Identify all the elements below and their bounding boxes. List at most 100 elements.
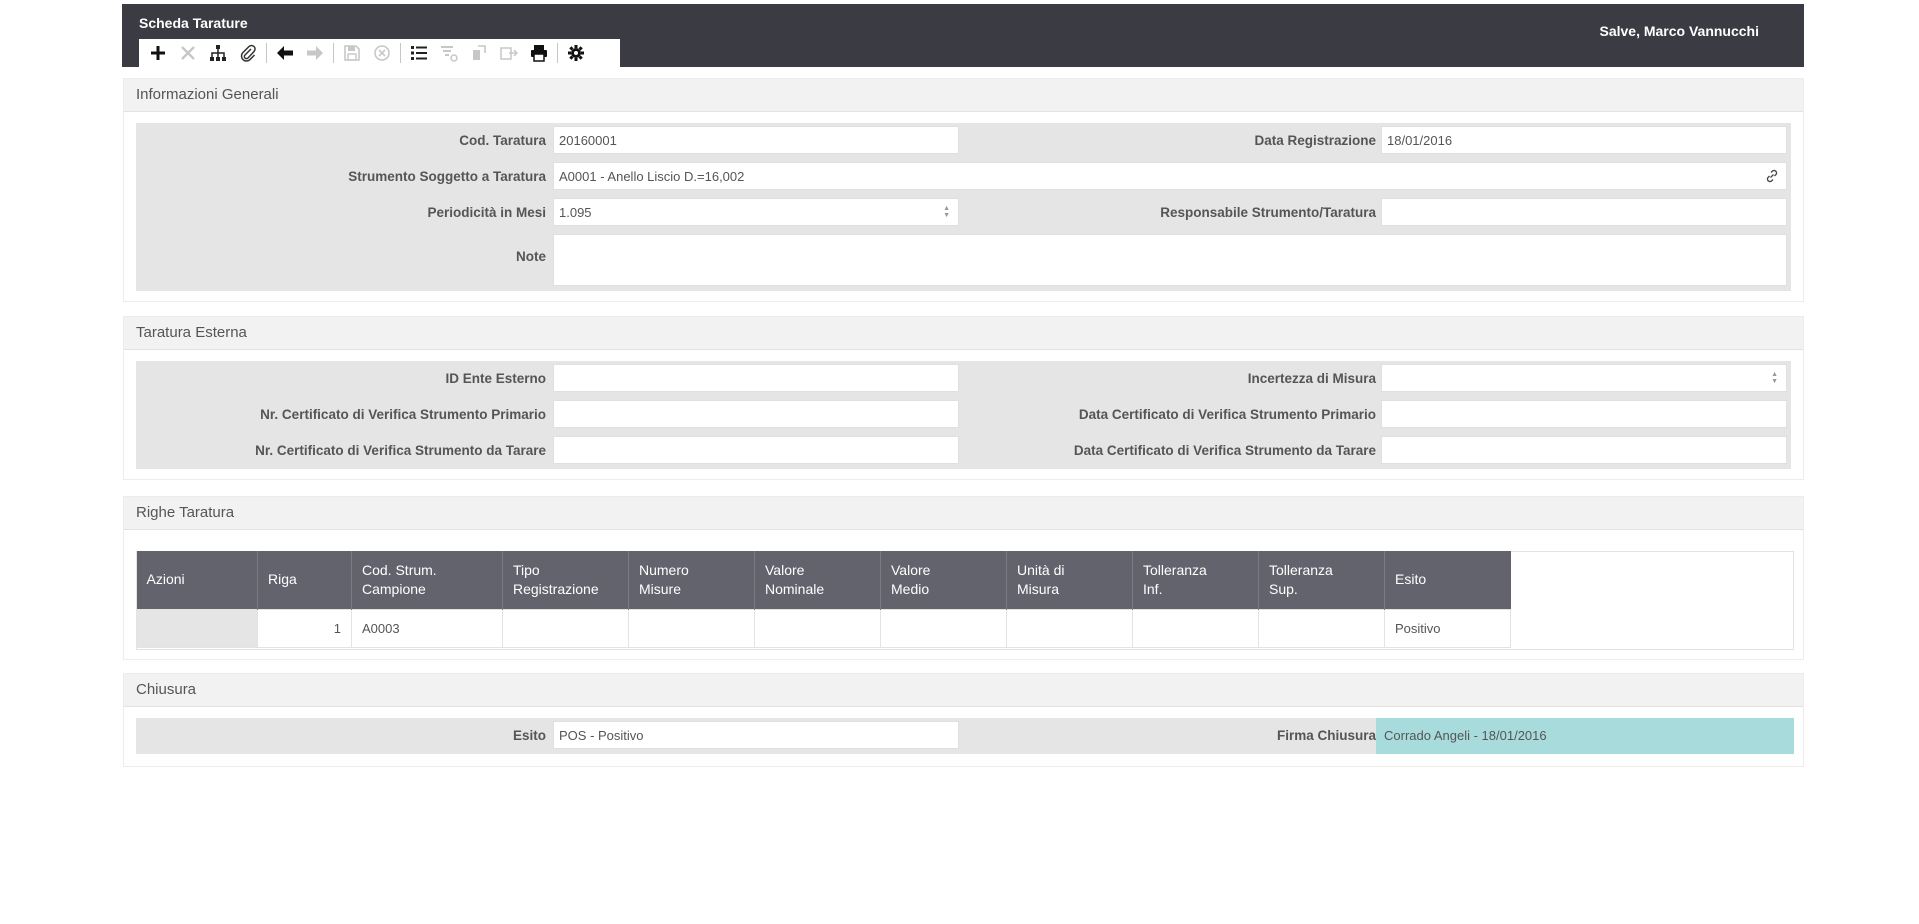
- list-icon: [411, 46, 427, 60]
- table-cell: Positivo: [1384, 608, 1511, 648]
- export-icon: [473, 45, 486, 60]
- table-row[interactable]: 1 A0003 Positivo: [136, 608, 1511, 648]
- table-cell: A0003: [351, 608, 503, 648]
- gear-icon: [568, 45, 584, 61]
- print-icon: [531, 45, 547, 62]
- table-cell: [502, 608, 629, 648]
- strumento-label: Strumento Soggetto a Taratura: [348, 169, 546, 184]
- link-icon[interactable]: [1764, 168, 1780, 184]
- paperclip-icon: [240, 44, 256, 62]
- calibration-rows-table: Azioni Riga Cod. Strum. Campione Tipo Regi…: [136, 551, 1511, 648]
- cod-taratura-label: Cod. Taratura: [459, 133, 546, 148]
- incertezza-field[interactable]: ▲ ▼: [1381, 364, 1787, 392]
- page-title: Scheda Tarature: [139, 15, 248, 31]
- row-number-cell: 1: [257, 608, 352, 648]
- id-ente-field[interactable]: [553, 364, 959, 392]
- id-ente-label: ID Ente Esterno: [445, 371, 546, 386]
- column-header[interactable]: Unità di Misura: [1006, 551, 1133, 609]
- nr-cert-tarare-label: Nr. Certificato di Verifica Strumento da…: [255, 443, 546, 458]
- column-header[interactable]: Esito: [1384, 551, 1511, 609]
- cod-taratura-field[interactable]: 20160001: [553, 126, 959, 154]
- cancel-circle-icon: [374, 45, 390, 61]
- closing-section: Chiusura Esito POS - Positivo Firma Chiu…: [123, 673, 1804, 767]
- column-header[interactable]: Tolleranza Inf.: [1132, 551, 1259, 609]
- previous-button[interactable]: [270, 39, 300, 67]
- app-header: Scheda Tarature Salve, Marco Vannucchi: [122, 4, 1804, 67]
- spinner-arrows-icon[interactable]: ▲ ▼: [943, 205, 950, 219]
- table-cell: [1006, 608, 1133, 648]
- column-header[interactable]: Valore Nominale: [754, 551, 881, 609]
- responsabile-field[interactable]: [1381, 198, 1787, 226]
- note-label: Note: [516, 249, 546, 264]
- note-textarea[interactable]: [553, 234, 1787, 286]
- toolbar-separator: [557, 43, 558, 63]
- save-icon: [344, 45, 360, 61]
- column-header[interactable]: Valore Medio: [880, 551, 1007, 609]
- data-registrazione-label: Data Registrazione: [1254, 133, 1376, 148]
- table-cell: [1132, 608, 1259, 648]
- column-header[interactable]: Cod. Strum. Campione: [351, 551, 503, 609]
- column-header[interactable]: Numero Misure: [628, 551, 755, 609]
- filter-button[interactable]: [434, 39, 464, 67]
- responsabile-label: Responsabile Strumento/Taratura: [1160, 205, 1376, 220]
- external-form: ID Ente Esterno Incertezza di Misura ▲ ▼ …: [136, 361, 1791, 469]
- filter-icon: [441, 46, 458, 62]
- cancel-button[interactable]: [367, 39, 397, 67]
- closing-form: Esito POS - Positivo Firma Chiusura Corr…: [136, 718, 1794, 754]
- table-header-row: Azioni Riga Cod. Strum. Campione Tipo Regi…: [136, 551, 1511, 609]
- hierarchy-icon: [210, 45, 226, 61]
- toolbar: [139, 39, 620, 67]
- data-registrazione-field[interactable]: 18/01/2016: [1381, 126, 1787, 154]
- list-button[interactable]: [404, 39, 434, 67]
- periodicita-value: 1.095: [559, 205, 592, 220]
- column-header[interactable]: Tolleranza Sup.: [1258, 551, 1385, 609]
- section-title: Righe Taratura: [124, 497, 1803, 530]
- next-button[interactable]: [300, 39, 330, 67]
- general-info-section: Informazioni Generali Cod. Taratura 2016…: [123, 78, 1804, 302]
- strumento-value: A0001 - Anello Liscio D.=16,002: [559, 169, 745, 184]
- settings-button[interactable]: [561, 39, 591, 67]
- section-title: Chiusura: [124, 674, 1803, 707]
- close-icon: [181, 46, 195, 60]
- nr-cert-tarare-field[interactable]: [553, 436, 959, 464]
- toolbar-separator: [400, 43, 401, 63]
- firma-chiusura-field[interactable]: Corrado Angeli - 18/01/2016: [1376, 718, 1794, 754]
- column-header[interactable]: Tipo Registrazione: [502, 551, 629, 609]
- data-cert-tarare-label: Data Certificato di Verifica Strumento d…: [1073, 443, 1376, 458]
- section-title: Informazioni Generali: [124, 79, 1803, 112]
- incertezza-label: Incertezza di Misura: [1247, 371, 1376, 386]
- share-icon: [500, 47, 518, 60]
- nr-cert-primario-field[interactable]: [553, 400, 959, 428]
- column-header[interactable]: Azioni: [136, 551, 258, 609]
- export-button[interactable]: [464, 39, 494, 67]
- data-cert-primario-label: Data Certificato di Verifica Strumento P…: [1078, 407, 1376, 422]
- nr-cert-primario-label: Nr. Certificato di Verifica Strumento Pr…: [260, 407, 546, 422]
- data-cert-tarare-field[interactable]: [1381, 436, 1787, 464]
- save-button[interactable]: [337, 39, 367, 67]
- esito-field[interactable]: POS - Positivo: [553, 721, 959, 749]
- spinner-arrows-icon[interactable]: ▲ ▼: [1771, 371, 1778, 385]
- plus-icon: [151, 46, 165, 60]
- data-cert-primario-field[interactable]: [1381, 400, 1787, 428]
- delete-button[interactable]: [173, 39, 203, 67]
- arrow-right-icon: [307, 46, 323, 60]
- table-cell: [754, 608, 881, 648]
- row-actions-cell[interactable]: [136, 608, 258, 648]
- print-button[interactable]: [524, 39, 554, 67]
- new-button[interactable]: [143, 39, 173, 67]
- general-form: Cod. Taratura 20160001 Data Registrazion…: [136, 123, 1791, 291]
- table-cell: [1258, 608, 1385, 648]
- column-header[interactable]: Riga: [257, 551, 352, 609]
- firma-chiusura-label: Firma Chiusura: [1276, 728, 1376, 743]
- structure-button[interactable]: [203, 39, 233, 67]
- periodicita-field[interactable]: 1.095 ▲ ▼: [553, 198, 959, 226]
- periodicita-label: Periodicità in Mesi: [427, 205, 546, 220]
- user-greeting[interactable]: Salve, Marco Vannucchi: [1599, 23, 1759, 39]
- attach-button[interactable]: [233, 39, 263, 67]
- strumento-field[interactable]: A0001 - Anello Liscio D.=16,002: [553, 162, 1787, 190]
- share-button[interactable]: [494, 39, 524, 67]
- section-title: Taratura Esterna: [124, 317, 1803, 350]
- arrow-left-icon: [277, 46, 293, 60]
- toolbar-separator: [266, 43, 267, 63]
- table-cell: [628, 608, 755, 648]
